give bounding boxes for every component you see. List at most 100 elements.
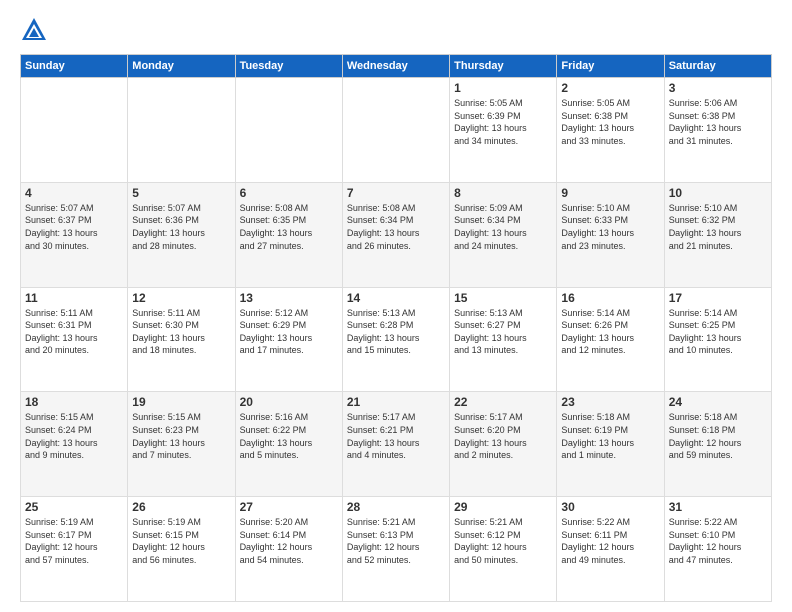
table-cell: 29 Sunrise: 5:21 AM Sunset: 6:12 PM Dayli… [450,497,557,602]
day-number: 13 [240,291,338,305]
day-info: Sunrise: 5:18 AM Sunset: 6:19 PM Dayligh… [561,411,659,461]
table-row: 1Sunrise: 5:05 AM Sunset: 6:39 PM Daylig… [21,78,772,183]
header-row: Sunday Monday Tuesday Wednesday Thursday… [21,55,772,78]
col-friday: Friday [557,55,664,78]
day-info: Sunrise: 5:14 AM Sunset: 6:26 PM Dayligh… [561,307,659,357]
day-number: 7 [347,186,445,200]
table-cell: 18 Sunrise: 5:15 AM Sunset: 6:24 PM Dayli… [21,392,128,497]
day-info: Sunrise: 5:10 AM Sunset: 6:33 PM Dayligh… [561,202,659,252]
day-info: Sunrise: 5:17 AM Sunset: 6:20 PM Dayligh… [454,411,552,461]
day-info: Sunrise: 5:09 AM Sunset: 6:34 PM Dayligh… [454,202,552,252]
table-cell: 16 Sunrise: 5:14 AM Sunset: 6:26 PM Dayli… [557,287,664,392]
day-info: Sunrise: 5:05 AM Sunset: 6:38 PM Dayligh… [561,97,659,147]
table-cell [235,78,342,183]
day-info: Sunrise: 5:06 AM Sunset: 6:38 PM Dayligh… [669,97,767,147]
day-info: Sunrise: 5:22 AM Sunset: 6:10 PM Dayligh… [669,516,767,566]
day-number: 9 [561,186,659,200]
table-cell: 8 Sunrise: 5:09 AM Sunset: 6:34 PM Daylig… [450,182,557,287]
day-number: 14 [347,291,445,305]
logo [20,16,52,44]
table-cell: 21 Sunrise: 5:17 AM Sunset: 6:21 PM Dayli… [342,392,449,497]
day-info: Sunrise: 5:13 AM Sunset: 6:28 PM Dayligh… [347,307,445,357]
day-info: Sunrise: 5:19 AM Sunset: 6:15 PM Dayligh… [132,516,230,566]
day-number: 23 [561,395,659,409]
table-cell: 28Sunrise: 5:21 AM Sunset: 6:13 PM Dayli… [342,497,449,602]
table-cell: 19 Sunrise: 5:15 AM Sunset: 6:23 PM Dayli… [128,392,235,497]
day-info: Sunrise: 5:12 AM Sunset: 6:29 PM Dayligh… [240,307,338,357]
table-row: 18 Sunrise: 5:15 AM Sunset: 6:24 PM Dayli… [21,392,772,497]
table-cell: 6 Sunrise: 5:08 AM Sunset: 6:35 PM Daylig… [235,182,342,287]
day-number: 15 [454,291,552,305]
col-sunday: Sunday [21,55,128,78]
table-cell: 20 Sunrise: 5:16 AM Sunset: 6:22 PM Dayli… [235,392,342,497]
day-number: 25 [25,500,123,514]
day-number: 30 [561,500,659,514]
table-cell: 22Sunrise: 5:17 AM Sunset: 6:20 PM Dayli… [450,392,557,497]
logo-icon [20,16,48,44]
day-number: 6 [240,186,338,200]
table-cell: 11 Sunrise: 5:11 AM Sunset: 6:31 PM Dayli… [21,287,128,392]
table-cell: 24 Sunrise: 5:18 AM Sunset: 6:18 PM Dayli… [664,392,771,497]
col-tuesday: Tuesday [235,55,342,78]
day-number: 26 [132,500,230,514]
table-cell: 30 Sunrise: 5:22 AM Sunset: 6:11 PM Dayli… [557,497,664,602]
table-cell: 12 Sunrise: 5:11 AM Sunset: 6:30 PM Dayli… [128,287,235,392]
table-cell: 31 Sunrise: 5:22 AM Sunset: 6:10 PM Dayli… [664,497,771,602]
day-number: 27 [240,500,338,514]
day-number: 29 [454,500,552,514]
day-number: 28 [347,500,445,514]
table-row: 11 Sunrise: 5:11 AM Sunset: 6:31 PM Dayli… [21,287,772,392]
day-info: Sunrise: 5:08 AM Sunset: 6:34 PM Dayligh… [347,202,445,252]
day-info: Sunrise: 5:08 AM Sunset: 6:35 PM Dayligh… [240,202,338,252]
day-number: 20 [240,395,338,409]
day-info: Sunrise: 5:17 AM Sunset: 6:21 PM Dayligh… [347,411,445,461]
day-number: 19 [132,395,230,409]
day-number: 24 [669,395,767,409]
day-number: 11 [25,291,123,305]
col-thursday: Thursday [450,55,557,78]
table-cell: 26 Sunrise: 5:19 AM Sunset: 6:15 PM Dayli… [128,497,235,602]
day-number: 12 [132,291,230,305]
table-cell: 25Sunrise: 5:19 AM Sunset: 6:17 PM Dayli… [21,497,128,602]
table-cell: 7 Sunrise: 5:08 AM Sunset: 6:34 PM Daylig… [342,182,449,287]
col-monday: Monday [128,55,235,78]
page: Sunday Monday Tuesday Wednesday Thursday… [0,0,792,612]
table-cell [128,78,235,183]
day-info: Sunrise: 5:13 AM Sunset: 6:27 PM Dayligh… [454,307,552,357]
day-number: 2 [561,81,659,95]
table-cell: 13 Sunrise: 5:12 AM Sunset: 6:29 PM Dayli… [235,287,342,392]
table-cell [342,78,449,183]
day-info: Sunrise: 5:11 AM Sunset: 6:30 PM Dayligh… [132,307,230,357]
day-number: 4 [25,186,123,200]
table-cell: 3 Sunrise: 5:06 AM Sunset: 6:38 PM Daylig… [664,78,771,183]
day-info: Sunrise: 5:21 AM Sunset: 6:12 PM Dayligh… [454,516,552,566]
day-number: 31 [669,500,767,514]
day-number: 18 [25,395,123,409]
day-info: Sunrise: 5:14 AM Sunset: 6:25 PM Dayligh… [669,307,767,357]
day-info: Sunrise: 5:11 AM Sunset: 6:31 PM Dayligh… [25,307,123,357]
day-info: Sunrise: 5:20 AM Sunset: 6:14 PM Dayligh… [240,516,338,566]
day-number: 21 [347,395,445,409]
day-number: 1 [454,81,552,95]
day-info: Sunrise: 5:18 AM Sunset: 6:18 PM Dayligh… [669,411,767,461]
day-number: 16 [561,291,659,305]
col-saturday: Saturday [664,55,771,78]
day-number: 3 [669,81,767,95]
calendar-table: Sunday Monday Tuesday Wednesday Thursday… [20,54,772,602]
table-cell: 27 Sunrise: 5:20 AM Sunset: 6:14 PM Dayli… [235,497,342,602]
day-info: Sunrise: 5:16 AM Sunset: 6:22 PM Dayligh… [240,411,338,461]
table-cell: 23 Sunrise: 5:18 AM Sunset: 6:19 PM Dayli… [557,392,664,497]
day-number: 5 [132,186,230,200]
day-number: 8 [454,186,552,200]
table-cell: 1Sunrise: 5:05 AM Sunset: 6:39 PM Daylig… [450,78,557,183]
table-cell: 17 Sunrise: 5:14 AM Sunset: 6:25 PM Dayli… [664,287,771,392]
header [20,16,772,44]
day-number: 10 [669,186,767,200]
table-cell [21,78,128,183]
table-cell: 15 Sunrise: 5:13 AM Sunset: 6:27 PM Dayli… [450,287,557,392]
day-number: 17 [669,291,767,305]
day-info: Sunrise: 5:15 AM Sunset: 6:24 PM Dayligh… [25,411,123,461]
day-info: Sunrise: 5:15 AM Sunset: 6:23 PM Dayligh… [132,411,230,461]
day-info: Sunrise: 5:07 AM Sunset: 6:37 PM Dayligh… [25,202,123,252]
day-info: Sunrise: 5:22 AM Sunset: 6:11 PM Dayligh… [561,516,659,566]
